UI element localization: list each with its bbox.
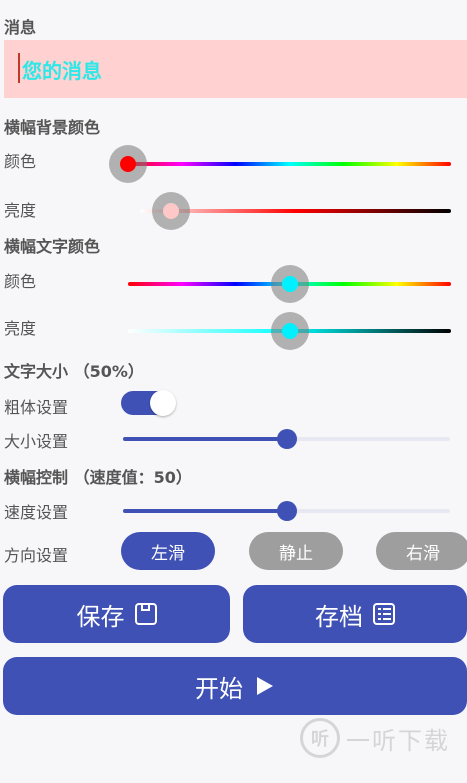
size-slider-fill xyxy=(123,437,287,441)
bg-color-thumb-dot xyxy=(120,156,136,172)
banner-bg-color-title: 横幅背景颜色 xyxy=(4,118,101,137)
start-button-label: 开始 xyxy=(195,674,243,703)
text-cursor xyxy=(18,53,20,83)
banner-text-color-title: 横幅文字颜色 xyxy=(4,237,101,256)
text-brightness-thumb-dot xyxy=(281,323,298,339)
watermark-text: 一听下载 xyxy=(346,726,450,755)
speed-slider-fill xyxy=(123,509,287,513)
text-color-thumb-dot xyxy=(281,276,298,292)
size-label: 大小设置 xyxy=(4,432,69,451)
message-input-value[interactable]: 您的消息 xyxy=(22,55,102,84)
archive-button-label: 存档 xyxy=(315,602,363,631)
banner-control-title: 横幅控制 （速度值：50） xyxy=(4,468,192,487)
save-button-label: 保存 xyxy=(76,602,125,631)
bold-label: 粗体设置 xyxy=(4,398,69,417)
speed-label: 速度设置 xyxy=(4,503,69,522)
direction-left-button[interactable]: 左滑 xyxy=(121,532,215,570)
bg-brightness-label: 亮度 xyxy=(4,201,37,220)
bold-toggle-thumb[interactable] xyxy=(150,390,176,416)
direction-label: 方向设置 xyxy=(4,546,69,565)
size-slider-thumb[interactable] xyxy=(276,429,297,449)
bg-color-label: 颜色 xyxy=(4,152,37,171)
text-size-title: 文字大小 （50%） xyxy=(4,362,144,381)
speed-slider-thumb[interactable] xyxy=(276,501,297,521)
message-title: 消息 xyxy=(4,18,37,37)
start-button[interactable]: 开始 xyxy=(3,657,467,715)
watermark: 听 一听下载 xyxy=(300,718,450,758)
text-brightness-label: 亮度 xyxy=(4,319,37,338)
save-icon xyxy=(134,603,157,625)
text-color-label: 颜色 xyxy=(4,272,37,291)
archive-button[interactable]: 存档 xyxy=(243,585,467,643)
direction-right-button[interactable]: 右滑 xyxy=(376,532,467,570)
list-icon xyxy=(373,603,395,625)
save-button[interactable]: 保存 xyxy=(3,585,230,643)
direction-static-button[interactable]: 静止 xyxy=(249,532,343,570)
play-icon xyxy=(257,677,273,695)
bg-color-slider[interactable] xyxy=(128,162,451,166)
watermark-logo: 听 xyxy=(300,718,340,758)
